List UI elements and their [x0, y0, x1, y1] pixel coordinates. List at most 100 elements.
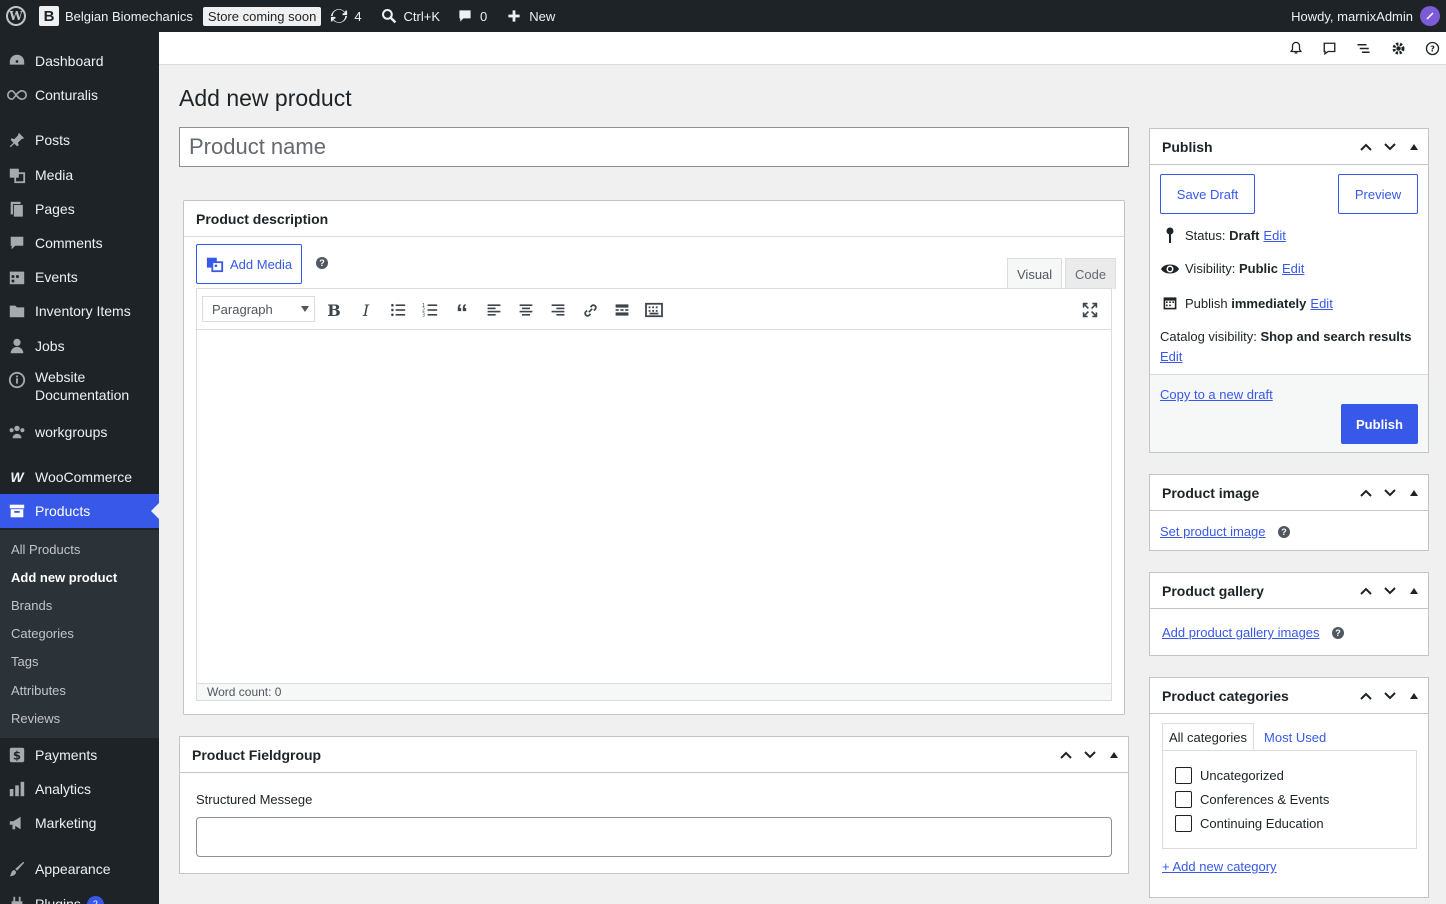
sidebar-item-payments[interactable]: $ Payments [0, 738, 159, 772]
chevron-down-icon[interactable] [1378, 135, 1402, 159]
submenu-tags[interactable]: Tags [11, 654, 38, 669]
comments-button[interactable]: 0 [449, 0, 494, 32]
align-left-icon[interactable] [484, 300, 504, 320]
sidebar-item-website-documentation[interactable]: Website Documentation [0, 368, 159, 416]
publish-button[interactable]: Publish [1341, 404, 1418, 444]
chevron-up-icon[interactable] [1054, 743, 1078, 767]
italic-icon[interactable]: I [356, 300, 376, 320]
sidebar-item-plugins[interactable]: Plugins 2 [0, 887, 159, 904]
submenu-reviews[interactable]: Reviews [11, 711, 60, 726]
add-media-button[interactable]: Add Media [196, 244, 302, 284]
save-draft-button[interactable]: Save Draft [1160, 174, 1255, 214]
blockquote-icon[interactable]: “ [452, 300, 472, 326]
format-select[interactable]: Paragraph [202, 296, 315, 322]
submenu-categories[interactable]: Categories [11, 626, 74, 641]
list-icon[interactable] [1355, 40, 1371, 56]
status-label: Status: [1185, 227, 1230, 243]
align-right-icon[interactable] [548, 300, 568, 320]
sidebar-item-conturalis[interactable]: Conturalis [0, 78, 159, 112]
read-more-icon[interactable] [612, 300, 632, 320]
help-icon[interactable]: ? [1424, 40, 1440, 56]
submenu-brands[interactable]: Brands [11, 598, 52, 613]
link-icon[interactable] [580, 300, 600, 320]
submenu-all-products[interactable]: All Products [11, 542, 80, 557]
tab-all-categories[interactable]: All categories [1162, 723, 1255, 751]
chevron-up-icon[interactable] [1354, 481, 1378, 505]
updates-button[interactable]: 4 [323, 0, 368, 32]
help-icon[interactable]: ? [316, 257, 328, 269]
sidebar-item-woocommerce[interactable]: W WooCommerce [0, 460, 159, 494]
collapse-triangle-icon[interactable] [1402, 481, 1426, 505]
sidebar-item-label: Comments [35, 235, 103, 251]
chevron-down-icon[interactable] [1378, 579, 1402, 603]
gear-icon[interactable] [1390, 40, 1406, 56]
chevron-down-icon[interactable] [1378, 684, 1402, 708]
collapse-triangle-icon[interactable] [1402, 579, 1426, 603]
wordpress-logo-button[interactable]: W [0, 0, 32, 32]
bell-icon[interactable] [1288, 40, 1304, 56]
submenu-attributes[interactable]: Attributes [11, 683, 66, 698]
align-center-icon[interactable] [516, 300, 536, 320]
sidebar-item-pages[interactable]: Pages [0, 192, 159, 226]
sidebar-item-dashboard[interactable]: Dashboard [0, 44, 159, 78]
sidebar-item-jobs[interactable]: Jobs [0, 329, 159, 363]
edit-status-link[interactable]: Edit [1263, 228, 1285, 243]
sidebar-item-posts[interactable]: Posts [0, 123, 159, 157]
sidebar-item-events[interactable]: Events [0, 260, 159, 294]
command-search-button[interactable]: Ctrl+K [373, 0, 447, 32]
fullscreen-icon[interactable] [1080, 300, 1100, 320]
edit-visibility-link[interactable]: Edit [1282, 261, 1304, 276]
chevron-up-icon[interactable] [1354, 135, 1378, 159]
chevron-up-icon[interactable] [1354, 684, 1378, 708]
collapse-triangle-icon[interactable] [1102, 743, 1126, 767]
add-new-category-link[interactable]: + Add new category [1162, 859, 1277, 874]
bullet-list-icon[interactable] [388, 300, 408, 320]
structured-message-input[interactable] [196, 817, 1112, 857]
copy-to-draft-link[interactable]: Copy to a new draft [1160, 387, 1273, 402]
sidebar-item-media[interactable]: Media [0, 158, 159, 192]
category-item[interactable]: Continuing Education [1175, 815, 1324, 832]
sidebar-item-comments[interactable]: Comments [0, 226, 159, 260]
category-item[interactable]: Conferences & Events [1175, 791, 1329, 808]
sidebar-item-marketing[interactable]: Marketing [0, 806, 159, 840]
submenu-add-new-product[interactable]: Add new product [11, 570, 117, 585]
chevron-up-icon[interactable] [1354, 579, 1378, 603]
dollar-icon: $ [7, 745, 27, 765]
set-product-image-link[interactable]: Set product image [1160, 524, 1266, 539]
sidebar-item-workgroups[interactable]: workgroups [0, 415, 159, 449]
editor-content-area[interactable] [197, 330, 1111, 684]
sidebar-item-label: Products [35, 503, 91, 519]
sidebar-item-label: Plugins [35, 896, 81, 904]
bold-icon[interactable]: B [324, 300, 344, 320]
add-gallery-images-link[interactable]: Add product gallery images [1162, 625, 1320, 640]
category-checkbox[interactable] [1175, 791, 1192, 808]
toolbar-toggle-icon[interactable] [644, 300, 664, 320]
collapse-triangle-icon[interactable] [1402, 135, 1426, 159]
category-checkbox[interactable] [1175, 767, 1192, 784]
help-icon[interactable]: ? [1278, 526, 1290, 538]
tab-most-used[interactable]: Most Used [1258, 723, 1332, 751]
product-name-input[interactable] [179, 127, 1129, 167]
tab-visual[interactable]: Visual [1007, 258, 1063, 289]
sidebar-item-inventory-items[interactable]: Inventory Items [0, 294, 159, 328]
category-item[interactable]: Uncategorized [1175, 767, 1284, 784]
my-account-button[interactable]: Howdy, marnixAdmin [1291, 6, 1446, 26]
category-checkbox[interactable] [1175, 815, 1192, 832]
coming-soon-badge[interactable]: Store coming soon [200, 0, 323, 32]
preview-button[interactable]: Preview [1338, 174, 1418, 214]
edit-catalog-visibility-link[interactable]: Edit [1160, 349, 1182, 364]
numbered-list-icon[interactable]: 123 [420, 300, 440, 320]
inbox-icon[interactable] [1321, 40, 1337, 56]
chevron-down-icon[interactable] [1078, 743, 1102, 767]
tab-code[interactable]: Code [1065, 258, 1117, 289]
chevron-down-icon[interactable] [1378, 481, 1402, 505]
collapse-triangle-icon[interactable] [1402, 684, 1426, 708]
edit-publish-time-link[interactable]: Edit [1310, 296, 1332, 311]
sidebar-item-label: Website Documentation [35, 369, 130, 403]
help-icon[interactable]: ? [1332, 627, 1344, 639]
sidebar-item-products[interactable]: Products [0, 494, 159, 528]
sidebar-item-appearance[interactable]: Appearance [0, 852, 159, 886]
sidebar-item-analytics[interactable]: Analytics [0, 772, 159, 806]
new-content-button[interactable]: New [498, 0, 562, 32]
site-name-button[interactable]: B Belgian Biomechanics [32, 0, 200, 32]
